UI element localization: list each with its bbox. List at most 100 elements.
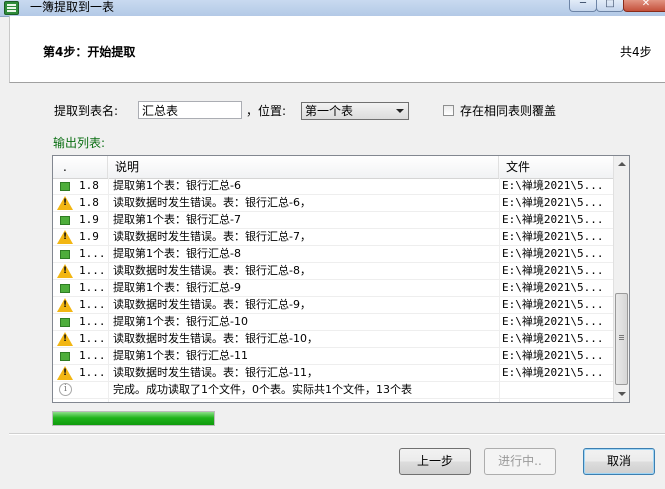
list-item[interactable]: 1.9 提取第1个表：银行汇总-7 E:\禅境2021\5...	[53, 212, 613, 229]
output-list-label: 输出列表:	[53, 136, 106, 150]
scroll-down-icon[interactable]	[614, 386, 629, 402]
scrollbar-thumb[interactable]	[615, 293, 628, 385]
row-file: E:\禅境2021\5...	[502, 366, 604, 379]
row-file: E:\禅境2021\5...	[502, 230, 604, 243]
row-description: 读取数据时发生错误。表：银行汇总-9，	[113, 298, 311, 311]
row-description: 完成。成功读取了1个文件，0个表。实际共1个文件，13个表	[113, 383, 412, 396]
row-file: E:\禅境2021\5...	[502, 281, 604, 294]
info-icon: i	[59, 383, 72, 396]
list-item[interactable]: 1... 提取第1个表：银行汇总-8 E:\禅境2021\5...	[53, 246, 613, 263]
row-description: 提取第1个表：银行汇总-11	[113, 349, 248, 362]
row-description: 读取数据时发生错误。表：银行汇总-10，	[113, 332, 318, 345]
overwrite-checkbox[interactable]	[443, 105, 454, 116]
row-description: 提取第1个表：银行汇总-7	[113, 213, 241, 226]
list-rows: 1.8 提取第1个表：银行汇总-6 E:\禅境2021\5... 1.8 读取数据时发生…	[53, 178, 613, 399]
row-file: E:\禅境2021\5...	[502, 213, 604, 226]
row-step: 1...	[79, 366, 106, 379]
list-item[interactable]: 1... 提取第1个表：银行汇总-11 E:\禅境2021\5...	[53, 348, 613, 365]
progress-bar	[52, 411, 215, 426]
row-step: 1...	[79, 349, 106, 362]
column-header-description[interactable]: 说明	[108, 156, 499, 178]
list-item[interactable]: 1... 读取数据时发生错误。表：银行汇总-9， E:\禅境2021\5...	[53, 297, 613, 314]
step-title: 第4步：开始提取	[43, 45, 136, 59]
position-select-value: 第一个表	[305, 104, 354, 118]
row-file: E:\禅境2021\5...	[502, 179, 604, 192]
row-step: 1...	[79, 315, 106, 328]
row-step: 1.9	[79, 213, 99, 226]
success-icon	[60, 284, 70, 293]
list-item[interactable]: 1... 读取数据时发生错误。表：银行汇总-8， E:\禅境2021\5...	[53, 263, 613, 280]
list-item[interactable]: i 完成。成功读取了1个文件，0个表。实际共1个文件，13个表	[53, 382, 613, 399]
overwrite-label: 存在相同表则覆盖	[460, 104, 557, 118]
row-file: E:\禅境2021\5...	[502, 264, 604, 277]
left-edge	[0, 83, 9, 489]
row-description: 提取第1个表：银行汇总-6	[113, 179, 241, 192]
list-item[interactable]: 1... 读取数据时发生错误。表：银行汇总-10， E:\禅境2021\5...	[53, 331, 613, 348]
previous-step-button[interactable]: 上一步	[399, 448, 471, 475]
success-icon	[60, 216, 70, 225]
column-divider	[499, 178, 500, 402]
wizard-header: 第4步：开始提取 共4步	[9, 16, 665, 83]
row-file: E:\禅境2021\5...	[502, 298, 604, 311]
row-description: 提取第1个表：银行汇总-8	[113, 247, 241, 260]
list-item[interactable]: 1.8 提取第1个表：银行汇总-6 E:\禅境2021\5...	[53, 178, 613, 195]
list-item[interactable]: 1... 提取第1个表：银行汇总-10 E:\禅境2021\5...	[53, 314, 613, 331]
column-divider	[108, 178, 109, 402]
close-button[interactable]: ✕	[623, 0, 665, 12]
row-step: 1...	[79, 298, 106, 311]
row-file: E:\禅境2021\5...	[502, 349, 604, 362]
success-icon	[60, 352, 70, 361]
sheet-name-input[interactable]	[138, 101, 242, 119]
list-item[interactable]: 1.9 读取数据时发生错误。表：银行汇总-7， E:\禅境2021\5...	[53, 229, 613, 246]
row-step: 1...	[79, 332, 106, 345]
warning-icon	[57, 230, 73, 244]
list-item[interactable]: 1... 提取第1个表：银行汇总-9 E:\禅境2021\5...	[53, 280, 613, 297]
list-item[interactable]: 1.8 读取数据时发生错误。表：银行汇总-6， E:\禅境2021\5...	[53, 195, 613, 212]
row-file: E:\禅境2021\5...	[502, 315, 604, 328]
output-list[interactable]: . 说明 文件 1.8提取第1个表：银行汇总-6E:\禅境2021\5...1.…	[52, 155, 630, 403]
chevron-down-icon	[396, 109, 404, 113]
progress-fill	[53, 412, 214, 425]
row-step: 1.8	[79, 196, 99, 209]
column-header-file[interactable]: 文件	[499, 156, 613, 178]
row-step: 1...	[79, 281, 106, 294]
row-file: E:\禅境2021\5...	[502, 247, 604, 260]
minimize-button[interactable]: ─	[569, 0, 597, 12]
row-description: 读取数据时发生错误。表：银行汇总-7，	[113, 230, 311, 243]
warning-icon	[57, 332, 73, 346]
maximize-button[interactable]: □	[596, 0, 624, 12]
cancel-button[interactable]: 取消	[583, 448, 655, 475]
row-step: 1.8	[79, 179, 99, 192]
success-icon	[60, 182, 70, 191]
step-total: 共4步	[620, 45, 652, 59]
app-icon	[4, 1, 19, 15]
list-header: . 说明 文件	[53, 156, 613, 179]
success-icon	[60, 318, 70, 327]
row-description: 读取数据时发生错误。表：银行汇总-6，	[113, 196, 311, 209]
row-description: 提取第1个表：银行汇总-9	[113, 281, 241, 294]
row-description: 提取第1个表：银行汇总-10	[113, 315, 248, 328]
row-step: 1.9	[79, 230, 99, 243]
scroll-up-icon[interactable]	[614, 156, 629, 172]
title-bar: 一簿提取到一表 ─ □ ✕	[0, 0, 665, 17]
warning-icon	[57, 264, 73, 278]
window-title: 一簿提取到一表	[30, 0, 115, 14]
column-header-index[interactable]: .	[53, 156, 108, 178]
list-item[interactable]: 1... 读取数据时发生错误。表：银行汇总-11， E:\禅境2021\5...	[53, 365, 613, 382]
footer-divider	[9, 433, 665, 435]
success-icon	[60, 250, 70, 259]
row-file: E:\禅境2021\5...	[502, 332, 604, 345]
warning-icon	[57, 298, 73, 312]
warning-icon	[57, 366, 73, 380]
row-step: 1...	[79, 247, 106, 260]
row-step: 1...	[79, 264, 106, 277]
next-step-button[interactable]: 进行中..	[484, 448, 556, 475]
row-file: E:\禅境2021\5...	[502, 196, 604, 209]
position-select[interactable]: 第一个表	[301, 102, 409, 120]
position-label: ，位置:	[246, 104, 287, 118]
row-description: 读取数据时发生错误。表：银行汇总-11，	[113, 366, 318, 379]
warning-icon	[57, 196, 73, 210]
extract-to-label: 提取到表名:	[54, 104, 119, 118]
vertical-scrollbar[interactable]	[613, 156, 629, 402]
row-description: 读取数据时发生错误。表：银行汇总-8，	[113, 264, 311, 277]
